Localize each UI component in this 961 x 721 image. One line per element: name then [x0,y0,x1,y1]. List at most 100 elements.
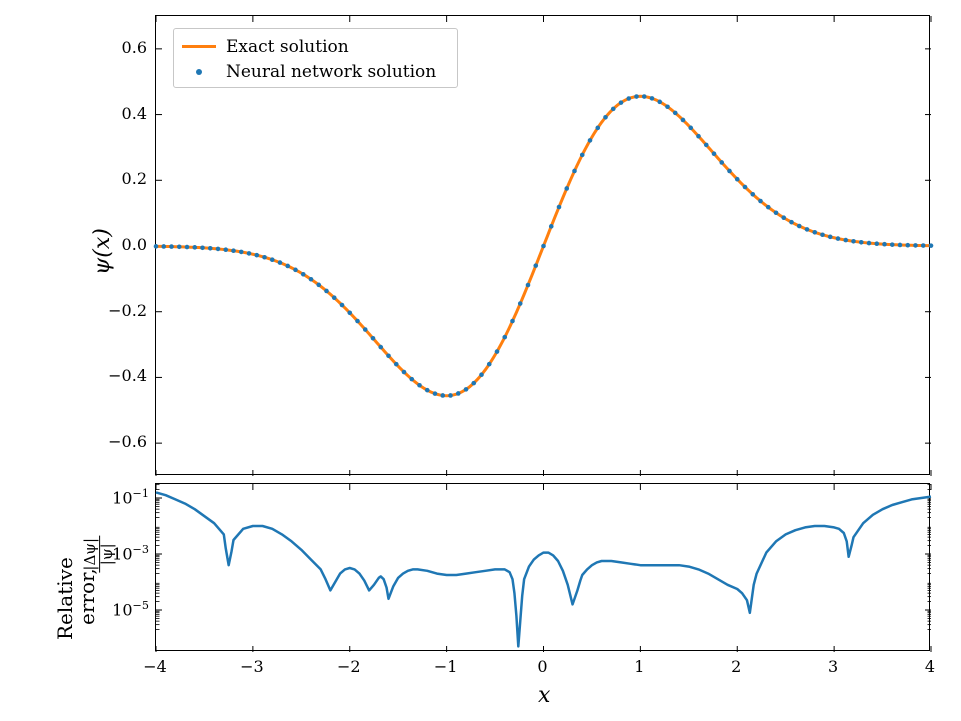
series-nn-point [386,353,391,358]
series-nn-point [681,118,686,123]
series-nn-point [750,192,755,197]
series-nn-point [665,104,670,109]
series-nn-point [526,283,531,288]
series-nn-point [843,238,848,243]
series-nn-point [657,100,662,105]
ytick-top: −0.4 [105,366,147,385]
series-nn-point [502,335,507,340]
series-nn-point [495,349,500,354]
legend-entry-exact: Exact solution [182,34,449,59]
series-nn-point [316,283,321,288]
series-nn-point [805,227,810,232]
series-nn-point [913,243,918,248]
series-nn-point [673,111,678,116]
series-nn-point [270,257,275,262]
series-nn-point [766,205,771,210]
series-nn-point [278,260,283,265]
series-nn-point [371,336,376,341]
series-nn-point [285,264,290,269]
series-nn-point [487,362,492,367]
series-nn-point [471,381,476,386]
ytick-top: 0.6 [105,38,147,57]
series-nn-point [828,235,833,240]
series-nn-point [177,244,182,249]
xtick: −1 [431,657,461,676]
series-nn-point [456,391,461,396]
series-nn-point [735,177,740,182]
series-nn-point [169,244,174,249]
series-nn-point [820,232,825,237]
xtick: 3 [818,657,848,676]
series-nn-point [433,391,438,396]
ylabel-bot-text: Relative [53,557,77,640]
series-nn-point [642,94,647,99]
plot-error [156,484,931,652]
series-nn-point [464,387,469,392]
series-nn-point [874,241,879,246]
ytick-top: −0.2 [105,301,147,320]
series-nn-point [409,377,414,382]
ytick-bot: 10−1 [105,487,149,507]
xtick: −4 [140,657,170,676]
series-nn-point [185,245,190,250]
series-nn-point [712,151,717,156]
series-nn-point [192,245,197,250]
ylabel-bot-text2: error, [75,568,99,625]
series-nn-point [293,268,298,273]
series-nn-point [557,205,562,210]
series-nn-point [905,243,910,248]
xlabel: x [538,683,550,708]
series-nn-point [208,246,213,251]
xtick: −3 [237,657,267,676]
series-nn-point [154,244,159,249]
series-nn-point [262,255,267,260]
xtick: 4 [915,657,945,676]
series-nn-point [541,244,546,249]
ytick-bot: 10−5 [105,599,149,619]
series-nn-point [247,251,252,256]
series-nn-point [564,186,569,191]
series-nn-point [595,126,600,131]
series-nn-point [340,303,345,308]
series-nn-point [223,247,228,252]
series-nn-point [890,242,895,247]
series-nn-point [216,247,221,252]
series-nn-point [363,327,368,332]
series-nn-point [727,169,732,174]
series-nn-point [611,107,616,112]
series-nn-point [898,243,903,248]
xtick: 0 [528,657,558,676]
series-nn-point [378,345,383,350]
series-nn-point [355,319,360,324]
legend-entry-nn: Neural network solution [182,59,449,84]
series-nn-point [781,215,786,220]
series-nn-point [518,301,523,306]
series-error [156,492,931,646]
xtick: 2 [721,657,751,676]
series-nn-point [626,96,631,101]
legend: Exact solution Neural network solution [173,28,458,88]
series-nn-point [867,241,872,246]
series-nn-point [448,393,453,398]
series-nn-point [309,277,314,282]
series-nn-point [533,263,538,268]
series-nn-point [688,126,693,131]
series-nn-point [859,240,864,245]
series-nn-point [603,115,608,120]
series-nn-point [743,185,748,190]
figure: Exact solution Neural network solution ψ… [0,0,961,721]
series-nn-point [797,224,802,229]
series-nn-point [719,160,724,165]
series-nn-point [254,253,259,258]
series-nn-point [479,372,484,377]
series-nn-point [580,153,585,158]
series-nn-point [758,199,763,204]
series-nn-point [510,319,515,324]
series-nn-point [161,244,166,249]
series-nn-point [696,134,701,139]
series-nn-point [882,242,887,247]
series-nn-point [425,388,430,393]
ytick-bot: 10−3 [105,543,149,563]
series-nn-point [440,393,445,398]
series-nn-point [549,224,554,229]
